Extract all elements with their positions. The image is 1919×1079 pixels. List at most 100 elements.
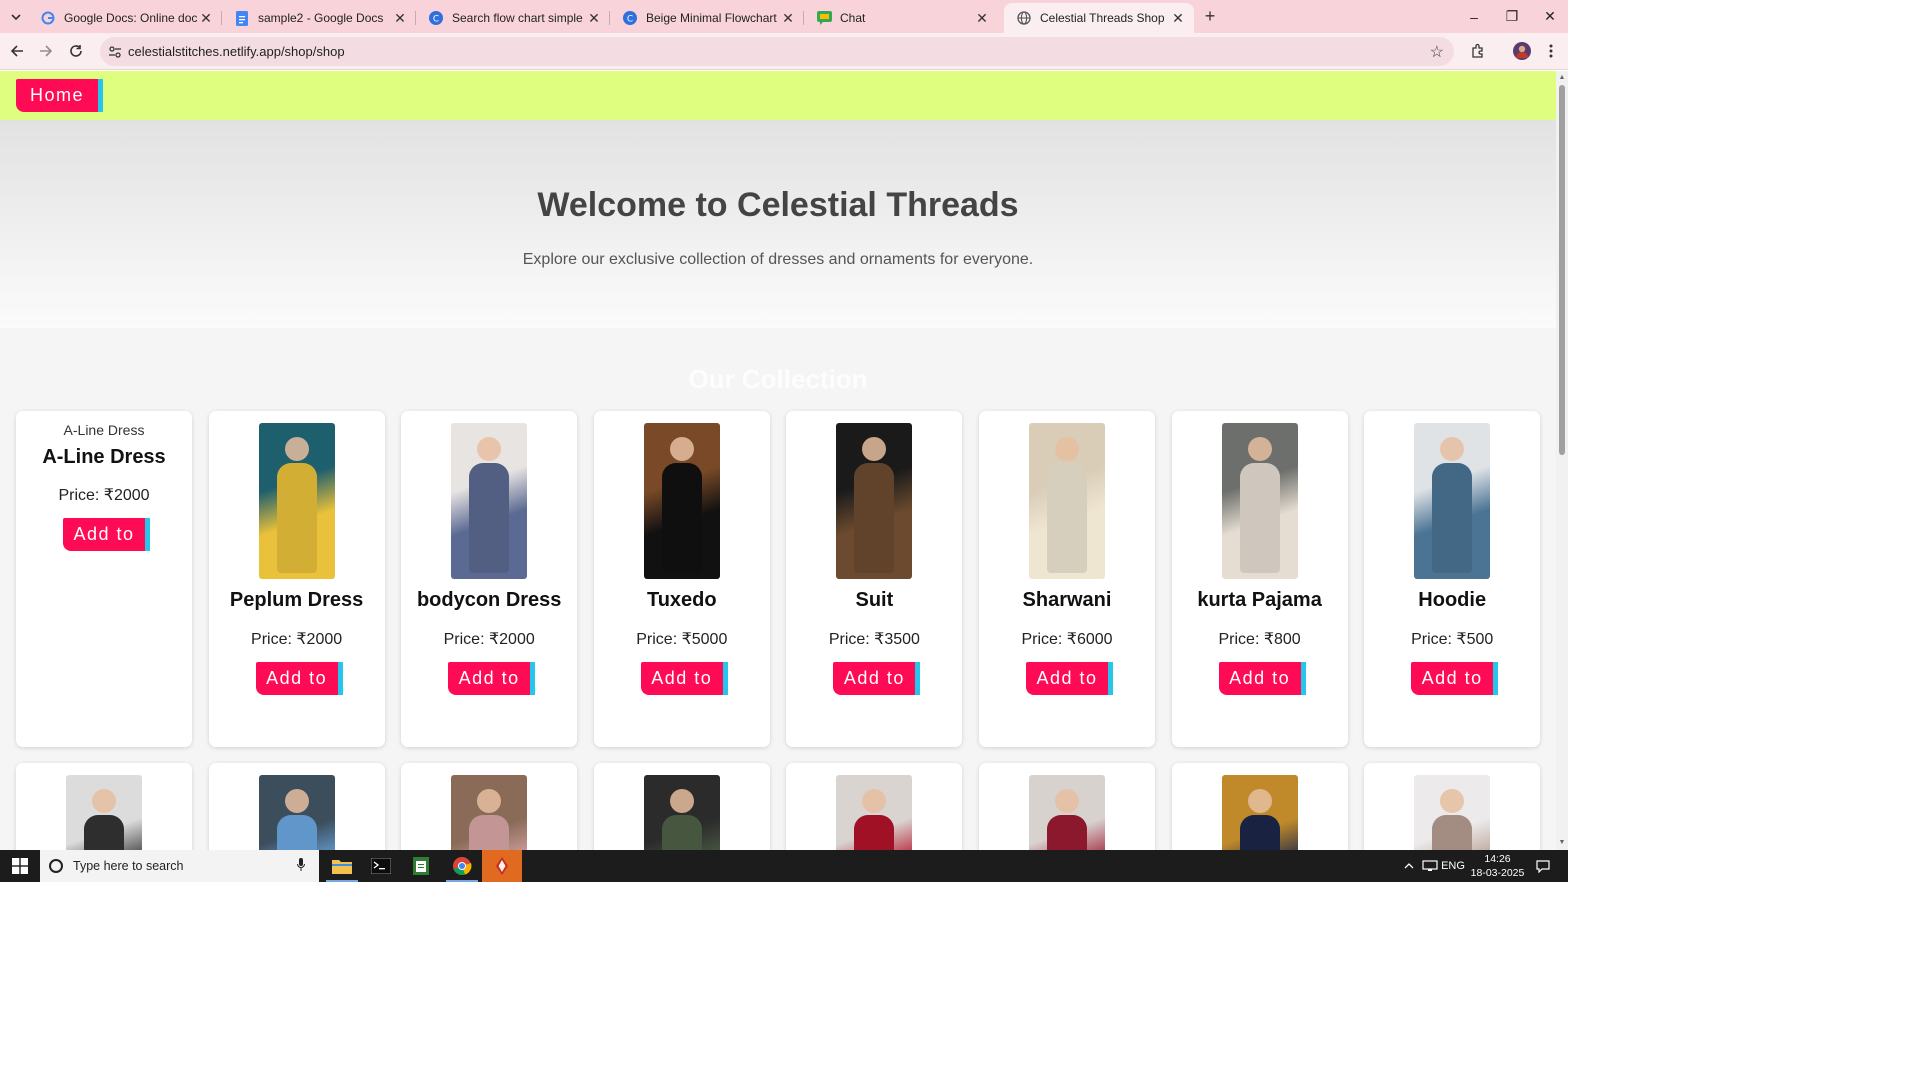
- product-image[interactable]: [258, 775, 335, 850]
- browser-menu-icon[interactable]: [1540, 40, 1562, 62]
- add-to-cart-button[interactable]: Add to: [1026, 662, 1108, 695]
- show-hidden-icons-icon[interactable]: [1400, 850, 1418, 882]
- microphone-icon[interactable]: [293, 858, 309, 874]
- product-image-figure: [854, 463, 895, 573]
- tab-search-dropdown-icon[interactable]: [6, 7, 26, 27]
- product-card: Sharwani Price: ₹6000 Add to: [979, 411, 1155, 747]
- product-card: [208, 763, 385, 850]
- product-image-figure: [669, 437, 694, 461]
- page-scrollbar[interactable]: ▲ ▼: [1556, 71, 1568, 850]
- pinned-app-icon[interactable]: [482, 850, 522, 882]
- broken-image-alt-text[interactable]: A-Line Dress: [16, 422, 192, 438]
- close-tab-icon[interactable]: ✕: [198, 10, 214, 26]
- google-docs-icon: [234, 10, 250, 26]
- product-price: Price: ₹5000: [636, 631, 728, 648]
- canva-icon: C: [622, 10, 638, 26]
- product-image[interactable]: [836, 423, 913, 579]
- product-image[interactable]: [643, 423, 720, 579]
- notepad-icon[interactable]: [401, 850, 441, 882]
- add-to-cart-button[interactable]: Add to: [448, 662, 531, 695]
- product-image[interactable]: [643, 775, 720, 850]
- tab-chat[interactable]: Chat ✕: [804, 3, 998, 33]
- profile-avatar[interactable]: [1511, 40, 1533, 62]
- back-arrow-icon[interactable]: [6, 40, 28, 62]
- product-name: kurta Pajama: [1197, 589, 1322, 611]
- product-image[interactable]: [258, 423, 335, 579]
- chrome-icon[interactable]: [442, 850, 482, 882]
- tab-beige-flowchart[interactable]: C Beige Minimal Flowchart Infogr ✕: [610, 3, 804, 33]
- tab-google-docs-home[interactable]: Google Docs: Online document ✕: [28, 3, 222, 33]
- tab-title: Google Docs: Online document: [64, 11, 198, 25]
- product-image-figure: [469, 815, 510, 850]
- restore-button[interactable]: ❐: [1493, 0, 1531, 33]
- notifications-icon[interactable]: [1532, 850, 1554, 882]
- tab-search-flow-chart[interactable]: C Search flow chart simple free - ✕: [416, 3, 610, 33]
- product-price: Price: ₹2000: [251, 631, 343, 648]
- product-image-figure: [469, 463, 510, 573]
- close-window-button[interactable]: ✕: [1531, 0, 1568, 33]
- forward-arrow-icon[interactable]: [35, 40, 57, 62]
- product-name: Hoodie: [1418, 589, 1487, 611]
- product-image[interactable]: [1029, 775, 1105, 850]
- add-to-cart-button[interactable]: Add to: [63, 518, 145, 551]
- close-tab-icon[interactable]: ✕: [974, 10, 990, 26]
- close-tab-icon[interactable]: ✕: [392, 10, 408, 26]
- product-image[interactable]: [451, 423, 528, 579]
- product-image[interactable]: [66, 775, 142, 850]
- add-to-cart-button[interactable]: Add to: [833, 662, 916, 695]
- globe-icon: [1016, 10, 1032, 26]
- product-image-figure: [1239, 463, 1280, 573]
- url-text[interactable]: celestialstitches.netlify.app/shop/shop: [128, 44, 345, 59]
- tab-title: Beige Minimal Flowchart Infogr: [646, 11, 780, 25]
- language-indicator[interactable]: ENG: [1441, 850, 1465, 882]
- scroll-up-arrow-icon[interactable]: ▲: [1558, 74, 1566, 82]
- add-to-cart-button[interactable]: Add to: [1218, 662, 1301, 695]
- product-image[interactable]: [451, 775, 528, 850]
- product-image-figure: [862, 789, 887, 813]
- product-name: Tuxedo: [646, 589, 717, 611]
- product-image-figure: [854, 815, 895, 850]
- google-chat-icon: [816, 10, 832, 26]
- product-image[interactable]: [1414, 423, 1491, 579]
- add-to-cart-button[interactable]: Add to: [640, 662, 723, 695]
- product-image[interactable]: [836, 775, 913, 850]
- system-clock[interactable]: 14:26 18-03-2025: [1465, 852, 1530, 880]
- product-price: Price: ₹6000: [1021, 631, 1113, 648]
- terminal-icon[interactable]: [361, 850, 401, 882]
- add-to-cart-button[interactable]: Add to: [1411, 662, 1494, 695]
- product-card: bodycon Dress Price: ₹2000 Add to: [401, 411, 578, 747]
- network-icon[interactable]: [1419, 850, 1441, 882]
- product-image-figure: [1247, 789, 1272, 813]
- close-tab-icon[interactable]: ✕: [586, 10, 602, 26]
- product-name: Sharwani: [1022, 589, 1112, 611]
- tab-strip: Google Docs: Online document ✕ sample2 -…: [0, 0, 1568, 33]
- product-image[interactable]: [1029, 423, 1105, 579]
- home-button[interactable]: Home: [16, 79, 98, 112]
- product-image[interactable]: [1221, 775, 1298, 850]
- product-image[interactable]: [1414, 775, 1491, 850]
- minimize-button[interactable]: –: [1455, 0, 1493, 33]
- tab-sample2-docs[interactable]: sample2 - Google Docs ✕: [222, 3, 416, 33]
- add-to-cart-button[interactable]: Add to: [255, 662, 338, 695]
- product-card: [593, 763, 770, 850]
- scroll-down-arrow-icon[interactable]: ▼: [1558, 839, 1566, 847]
- product-card: [786, 763, 963, 850]
- site-info-icon[interactable]: [107, 44, 123, 60]
- product-image-figure: [1440, 437, 1465, 461]
- scrollbar-thumb[interactable]: [1559, 85, 1565, 455]
- tab-celestial-threads-shop[interactable]: Celestial Threads Shop ✕: [1004, 3, 1194, 33]
- bookmark-star-icon[interactable]: ☆: [1430, 42, 1444, 62]
- product-image[interactable]: [1221, 423, 1298, 579]
- product-card: Peplum Dress Price: ₹2000 Add to: [208, 411, 385, 747]
- new-tab-button[interactable]: +: [1200, 7, 1220, 27]
- close-tab-icon[interactable]: ✕: [1170, 10, 1186, 26]
- reload-icon[interactable]: [65, 40, 87, 62]
- close-tab-icon[interactable]: ✕: [780, 10, 796, 26]
- product-image-figure: [1055, 789, 1079, 813]
- taskbar-search-box[interactable]: Type here to search: [40, 850, 319, 882]
- windows-start-icon[interactable]: [0, 850, 40, 882]
- product-image-figure: [276, 463, 317, 573]
- extensions-icon[interactable]: [1467, 40, 1489, 62]
- address-bar[interactable]: celestialstitches.netlify.app/shop/shop …: [100, 37, 1454, 66]
- file-explorer-icon[interactable]: [322, 850, 362, 882]
